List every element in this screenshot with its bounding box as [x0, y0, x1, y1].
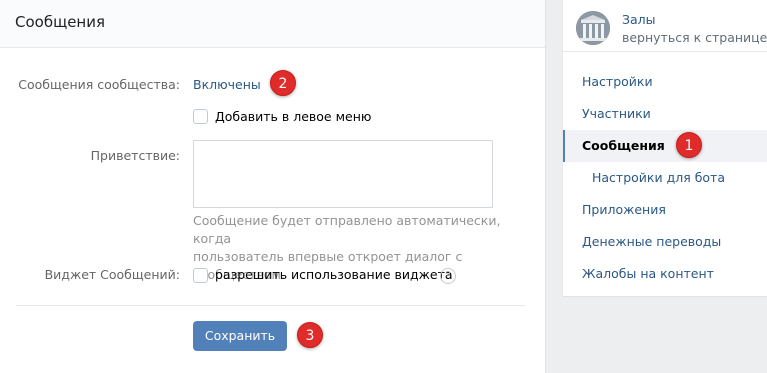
widget-checkbox-label[interactable]: разрешить использование виджета	[215, 267, 453, 282]
sidebar-item-messages[interactable]: Сообщения	[563, 130, 767, 162]
avatar[interactable]	[576, 11, 610, 45]
back-to-page-link[interactable]: вернуться к странице	[622, 30, 767, 45]
sidebar-item-members[interactable]: Участники	[563, 98, 767, 130]
sidebar-header: Залы вернуться к странице	[563, 0, 767, 52]
sidebar-item-bot-settings[interactable]: Настройки для бота	[563, 162, 767, 194]
group-name[interactable]: Залы	[622, 12, 656, 27]
help-icon[interactable]: ?	[440, 268, 456, 284]
main-panel: Сообщения Сообщения сообщества: Включены…	[0, 0, 546, 373]
sidebar-item-apps[interactable]: Приложения	[563, 194, 767, 226]
annotation-badge-1: 1	[676, 132, 702, 158]
annotation-badge-3: 3	[297, 322, 323, 348]
messages-label: Сообщения сообщества:	[18, 77, 180, 92]
building-icon	[576, 11, 610, 45]
sidebar: Залы вернуться к странице Настройки Учас…	[562, 0, 767, 297]
add-left-menu-label[interactable]: Добавить в левое меню	[215, 109, 371, 124]
sidebar-item-content-reports[interactable]: Жалобы на контент	[563, 258, 767, 290]
save-button[interactable]: Сохранить	[193, 321, 287, 351]
divider	[16, 305, 525, 306]
messages-status-link[interactable]: Включены	[193, 77, 261, 92]
annotation-badge-2: 2	[270, 70, 296, 96]
greeting-hint-line-1: Сообщение будет отправлено автоматически…	[193, 213, 501, 246]
sidebar-item-money-transfers[interactable]: Денежные переводы	[563, 226, 767, 258]
page-title: Сообщения	[0, 0, 545, 48]
widget-checkbox[interactable]	[193, 268, 208, 283]
greeting-label: Приветствие:	[90, 148, 180, 163]
widget-label: Виджет Сообщений:	[44, 267, 180, 282]
greeting-textarea[interactable]	[193, 140, 493, 208]
add-left-menu-checkbox[interactable]	[193, 109, 208, 124]
sidebar-item-settings[interactable]: Настройки	[563, 66, 767, 98]
